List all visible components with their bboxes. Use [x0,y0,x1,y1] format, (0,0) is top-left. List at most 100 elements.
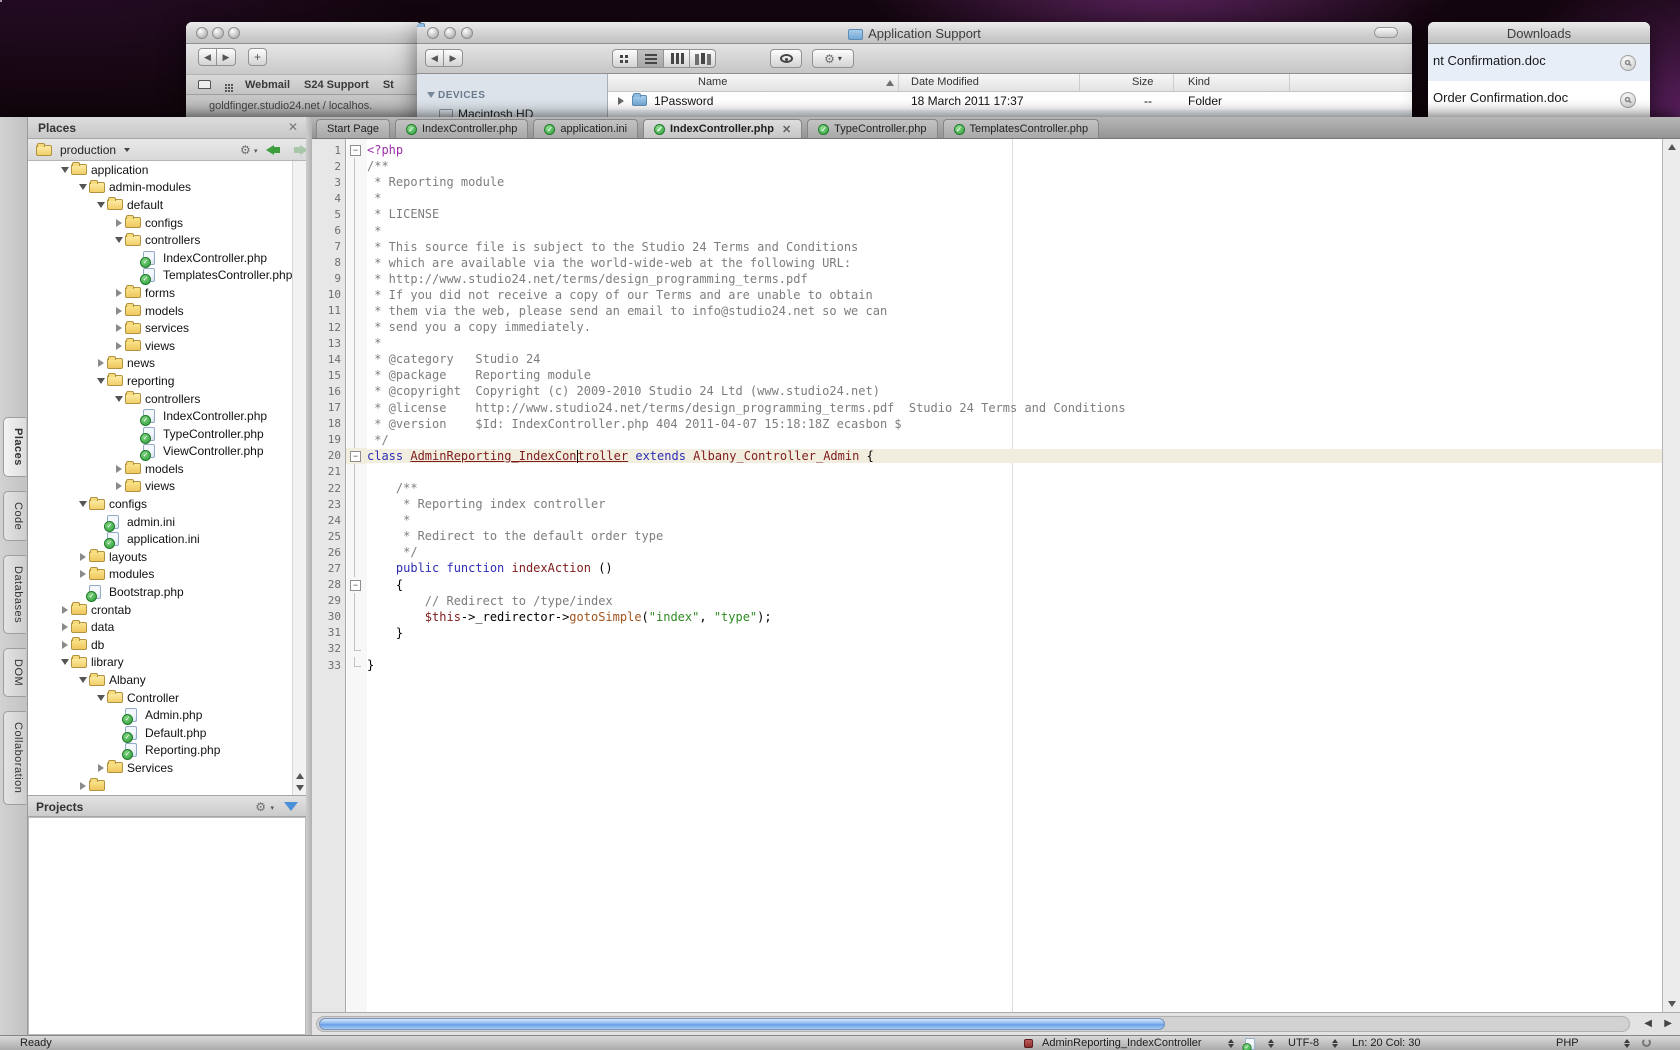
tree-item[interactable]: models [28,460,292,478]
tree-item[interactable]: configs [28,214,292,232]
code-line[interactable]: 1<?php [312,142,1662,158]
tree-item[interactable]: Reporting.php [28,742,292,760]
editor-vertical-scrollbar[interactable] [1662,139,1680,1012]
scroll-right-icon[interactable]: ▶ [1664,1018,1672,1029]
browser-back-button[interactable]: ◀ [198,48,217,66]
tree-item[interactable]: admin.ini [28,513,292,531]
scroll-down-icon[interactable] [296,785,304,791]
tree-item[interactable]: views [28,337,292,355]
code-editor[interactable]: 1<?php2/**3 * Reporting module4 *5 * LIC… [312,139,1662,1012]
tree-item[interactable]: TemplatesController.php [28,267,292,285]
status-language[interactable]: PHP [1556,1037,1579,1049]
expander-closed-icon[interactable] [98,359,104,367]
encoding-stepper[interactable] [1332,1039,1339,1048]
code-line[interactable]: 12 * send you a copy immediately. [312,319,1662,335]
tree-item[interactable]: reporting [28,372,292,390]
code-line[interactable]: 24 * [312,512,1662,528]
browser-forward-button[interactable]: ▶ [217,48,236,66]
code-line[interactable]: 5 * LICENSE [312,206,1662,222]
code-line[interactable]: 8 * which are available via the world-wi… [312,255,1662,271]
expander-closed-icon[interactable] [80,782,86,790]
expander-closed-icon[interactable] [62,606,68,614]
code-line[interactable]: 11 * them via the web, please send an em… [312,303,1662,319]
expander-closed-icon[interactable] [80,570,86,578]
filter-icon[interactable] [284,802,298,811]
expander-closed-icon[interactable] [98,764,104,772]
tree-item[interactable]: application [28,161,292,179]
tab-application-ini[interactable]: ✓application.ini [533,119,638,138]
close-tab-icon[interactable]: ✕ [782,123,791,136]
gear-icon[interactable]: ⚙ [255,800,266,814]
list-view-button[interactable] [638,49,664,68]
tree-item[interactable]: IndexController.php [28,407,292,425]
code-line[interactable]: 23 * Reporting index controller [312,496,1662,512]
tree-item[interactable]: db [28,636,292,654]
column-divider[interactable] [898,74,899,91]
code-line[interactable]: 16 * @copyright Copyright (c) 2009-2010 … [312,383,1662,399]
root-dropdown[interactable]: production [60,143,116,157]
finder-back-button[interactable]: ◀ [425,49,444,67]
expander-open-icon[interactable] [115,396,123,402]
expander-closed-icon[interactable] [116,342,122,350]
code-line[interactable]: 22 /** [312,480,1662,496]
code-line[interactable]: 28 { [312,577,1662,593]
back-arrow-icon[interactable] [266,145,274,155]
code-line[interactable]: 13 * [312,335,1662,351]
column-header-kind[interactable]: Kind [1188,76,1210,88]
expander-open-icon[interactable] [79,501,87,507]
column-divider[interactable] [1173,74,1174,91]
tree-item[interactable]: data [28,618,292,636]
code-line[interactable]: 15 * @package Reporting module [312,367,1662,383]
zoom-traffic-light[interactable] [228,27,240,39]
reveal-in-finder-button[interactable] [1620,55,1636,71]
side-tab-dom[interactable]: DOM [3,648,26,697]
finder-row-1password[interactable]: 1Password 18 March 2011 17:37 -- Folder [608,92,1412,110]
code-line[interactable]: 18 * @version $Id: IndexController.php 4… [312,416,1662,432]
tree-item[interactable]: library [28,654,292,672]
tree-item[interactable]: Services [28,759,292,777]
tree-item[interactable]: controllers [28,390,292,408]
expander-open-icon[interactable] [115,237,123,243]
editor-horizontal-scrollbar[interactable]: ◀ ▶ [312,1012,1680,1035]
expander-open-icon[interactable] [97,202,105,208]
bookmark-item[interactable]: St [383,79,394,91]
expander-closed-icon[interactable] [116,324,122,332]
side-tab-places[interactable]: Places [3,417,26,477]
action-menu-button[interactable]: ⚙▾ [812,49,854,68]
column-header-name[interactable]: Name [698,76,727,88]
browser-tab[interactable]: goldfinger.studio24.net / localhos. [186,94,422,117]
close-icon[interactable]: ✕ [288,120,298,134]
expander-closed-icon[interactable] [116,289,122,297]
code-line[interactable]: 19 */ [312,432,1662,448]
fold-toggle-icon[interactable] [346,577,367,593]
expander-closed-icon[interactable] [116,465,122,473]
top-sites-grid-icon[interactable] [225,84,227,86]
code-line[interactable]: 17 * @license http://www.studio24.net/te… [312,400,1662,416]
scroll-up-icon[interactable] [296,773,304,779]
tree-item[interactable]: news [28,355,292,373]
minimize-traffic-light[interactable] [212,27,224,39]
tree-item[interactable]: services [28,319,292,337]
tab-start-page[interactable]: Start Page [316,119,390,138]
expander-open-icon[interactable] [97,378,105,384]
code-line[interactable]: 29 // Redirect to /type/index [312,593,1662,609]
code-line[interactable]: 6 * [312,222,1662,238]
new-tab-button[interactable]: + [248,48,267,66]
code-line[interactable]: 33} [312,657,1662,673]
tab-templatescontroller-php[interactable]: ✓TemplatesController.php [943,119,1100,138]
tree-item[interactable]: layouts [28,548,292,566]
column-view-button[interactable] [664,49,690,68]
devices-section-header[interactable]: DEVICES [427,90,485,101]
column-divider[interactable] [1079,74,1080,91]
disclosure-triangle-icon[interactable] [618,97,624,105]
tree-item[interactable]: models [28,302,292,320]
column-header-date[interactable]: Date Modified [911,76,979,88]
code-line[interactable]: 26 */ [312,544,1662,560]
bookmarks-book-icon[interactable] [198,80,211,89]
code-line[interactable]: 32 [312,641,1662,657]
column-divider[interactable] [1289,74,1290,91]
bookmark-item[interactable]: S24 Support [304,79,369,91]
expander-open-icon[interactable] [79,677,87,683]
expander-open-icon[interactable] [61,167,69,173]
side-tab-collaboration[interactable]: Collaboration [3,711,26,804]
